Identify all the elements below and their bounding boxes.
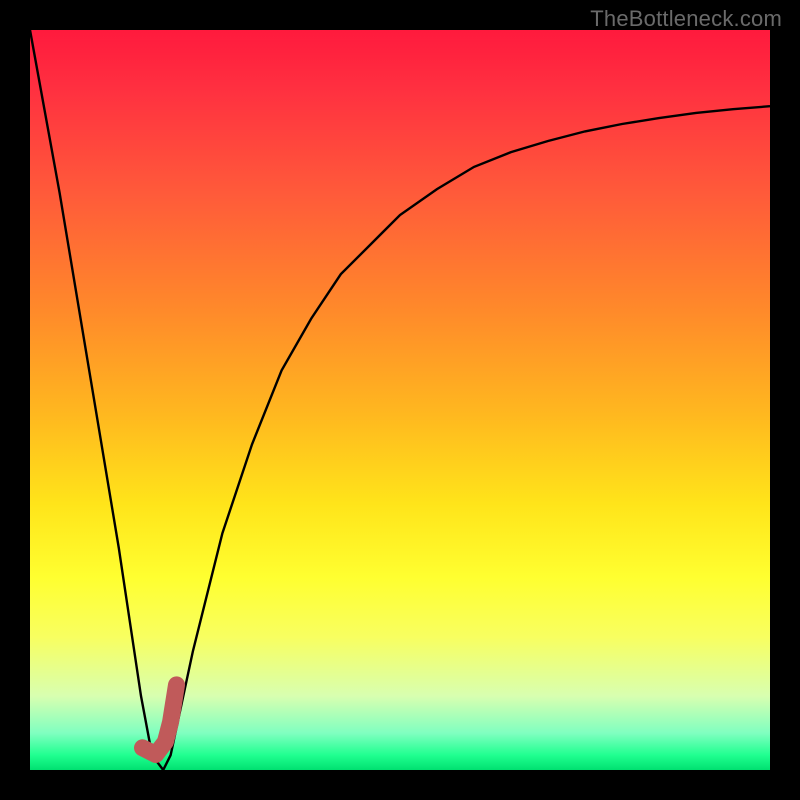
outer-frame: TheBottleneck.com xyxy=(0,0,800,800)
bottleneck-curve xyxy=(30,30,770,770)
highlight-j-mark xyxy=(143,685,177,755)
curve-overlay xyxy=(0,0,800,800)
curve-group xyxy=(30,30,770,770)
